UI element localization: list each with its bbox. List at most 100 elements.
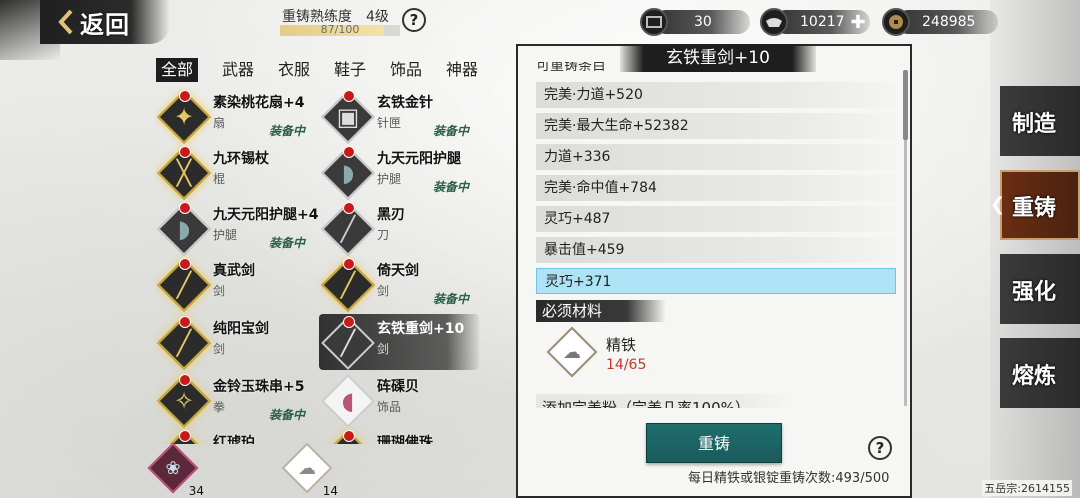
required-material-name: 精铁 xyxy=(606,336,637,354)
red-dot-icon xyxy=(179,258,191,270)
item-type: 棍 xyxy=(213,172,226,186)
reforge-button[interactable]: 重铸 xyxy=(646,423,782,463)
material-slot-iron[interactable]: ☁ 14 xyxy=(281,442,338,498)
list-item[interactable]: ╱ 纯阳宝剑 剑 xyxy=(155,314,315,370)
item-name: 玄铁重剑+10 xyxy=(377,321,465,337)
red-dot-icon xyxy=(179,374,191,386)
reforge-help-icon[interactable]: ? xyxy=(868,436,892,460)
chevron-left-icon: ❮ xyxy=(990,194,1006,215)
item-thumbnail: ◗ xyxy=(321,146,375,200)
chevron-left-icon xyxy=(58,9,74,35)
silver-ingot-icon xyxy=(760,8,788,36)
mastery-level: 4级 xyxy=(366,9,389,25)
required-material-count: 14/65 xyxy=(606,357,647,373)
item-type: 针匣 xyxy=(377,116,402,130)
item-name: 珊瑚佛珠 xyxy=(377,435,433,444)
tab-shoes[interactable]: 鞋子 xyxy=(322,58,378,82)
shell-icon: ◖ xyxy=(341,387,355,415)
tab-clothes[interactable]: 衣服 xyxy=(266,58,322,82)
tab-accessories[interactable]: 饰品 xyxy=(378,58,434,82)
red-dot-icon xyxy=(343,146,355,158)
tab-artifacts[interactable]: 神器 xyxy=(434,58,490,82)
item-thumbnail: ╱ xyxy=(321,258,375,312)
item-type: 剑 xyxy=(213,342,226,356)
equipped-label: 装备中 xyxy=(269,408,306,422)
item-grid: ✦ 素染桃花扇+4 扇 装备中 ▣ 玄铁金针 针匣 装备中 ╳ 九环锡杖 棍 ◗… xyxy=(155,88,485,444)
item-type: 刀 xyxy=(377,228,390,242)
item-thumbnail: ╱ xyxy=(157,316,211,370)
list-item[interactable]: 红琥珀 xyxy=(155,428,315,444)
nav-smelt[interactable]: 熔炼 xyxy=(1000,330,1080,414)
list-item[interactable]: ◖ 砗磲贝 饰品 xyxy=(319,372,479,428)
item-name: 砗磲贝 xyxy=(377,379,419,395)
list-item-selected[interactable]: ╱ 玄铁重剑+10 剑 xyxy=(319,314,479,370)
item-type: 护腿 xyxy=(377,172,402,186)
list-item[interactable]: ✦ 素染桃花扇+4 扇 装备中 xyxy=(155,88,315,144)
list-item[interactable]: ╱ 黑刃 刀 xyxy=(319,200,479,256)
item-name: 九天元阳护腿+4 xyxy=(213,207,319,223)
list-item[interactable]: ╱ 倚天剑 剑 装备中 xyxy=(319,256,479,312)
item-type: 剑 xyxy=(377,284,390,298)
equipped-label: 装备中 xyxy=(433,180,470,194)
list-item[interactable]: ◗ 九天元阳护腿 护腿 装备中 xyxy=(319,144,479,200)
list-item[interactable]: ✧ 金铃玉珠串+5 拳 装备中 xyxy=(155,372,315,428)
ticket-icon xyxy=(640,8,668,36)
attribute-row[interactable]: 暴击值+459 xyxy=(536,237,896,263)
mastery-help-icon[interactable]: ? xyxy=(402,8,426,32)
item-thumbnail: ╱ xyxy=(157,258,211,312)
item-thumbnail xyxy=(157,430,211,444)
attribute-row-selected[interactable]: 灵巧+371 xyxy=(536,268,896,294)
currency-ticket[interactable]: 30 xyxy=(640,8,750,36)
mastery-progress-text: 87/100 xyxy=(320,25,360,36)
nav-reforge[interactable]: ❮ 重铸 xyxy=(990,162,1080,246)
red-dot-icon xyxy=(179,430,191,442)
red-dot-icon xyxy=(343,258,355,270)
coin-count: 248985 xyxy=(922,14,976,30)
tab-weapons[interactable]: 武器 xyxy=(210,58,266,82)
item-thumbnail: ◗ xyxy=(157,202,211,256)
item-thumbnail: ✦ xyxy=(157,90,211,144)
red-dot-icon xyxy=(343,90,355,102)
attr-scroll-thumb[interactable] xyxy=(903,70,908,140)
attribute-row[interactable]: 力道+336 xyxy=(536,144,896,170)
material-count: 14 xyxy=(322,484,338,498)
list-item[interactable]: 珊瑚佛珠 xyxy=(319,428,479,444)
item-thumbnail: ╱ xyxy=(321,202,375,256)
back-label: 返回 xyxy=(80,10,130,39)
item-thumbnail: ◖ xyxy=(321,374,375,428)
list-item[interactable]: ╱ 真武剑 剑 xyxy=(155,256,315,312)
equipped-label: 装备中 xyxy=(433,124,470,138)
item-type: 拳 xyxy=(213,400,226,414)
item-name: 金铃玉珠串+5 xyxy=(213,379,305,395)
nav-label: 强化 xyxy=(1012,280,1057,305)
tab-all[interactable]: 全部 xyxy=(156,58,198,82)
equipped-label: 装备中 xyxy=(433,292,470,306)
list-item[interactable]: ◗ 九天元阳护腿+4 护腿 装备中 xyxy=(155,200,319,256)
powder-icon: ❀ xyxy=(165,457,181,479)
item-name: 纯阳宝剑 xyxy=(213,321,269,337)
item-name: 玄铁金针 xyxy=(377,95,433,111)
currency-coin[interactable]: 248985 xyxy=(882,8,998,36)
currency-silver[interactable]: 10217 ✚ xyxy=(760,8,870,36)
red-dot-icon xyxy=(343,430,355,442)
attribute-row[interactable]: 完美·力道+520 xyxy=(536,82,896,108)
back-button[interactable]: 返回 xyxy=(58,4,154,40)
nav-enhance[interactable]: 强化 xyxy=(1000,246,1080,330)
iron-ore-icon: ☁ xyxy=(563,341,581,363)
perfect-powder-title[interactable]: 添加完美粉（完美几率100%） xyxy=(536,394,796,408)
add-silver-icon[interactable]: ✚ xyxy=(851,12,866,33)
reforge-mastery: 重铸熟练度 4级 87/100 xyxy=(270,4,460,38)
item-thumbnail: ▣ xyxy=(321,90,375,144)
attribute-row[interactable]: 灵巧+487 xyxy=(536,206,896,232)
red-dot-icon xyxy=(343,202,355,214)
list-item[interactable]: ╳ 九环锡杖 棍 xyxy=(155,144,315,200)
nav-craft[interactable]: 制造 xyxy=(1000,78,1080,162)
equipped-label: 装备中 xyxy=(269,236,306,250)
required-material-slot[interactable]: ☁ xyxy=(546,326,598,378)
material-slot-pink[interactable]: ❀ 34 xyxy=(147,442,204,498)
required-materials-title: 必须材料 xyxy=(536,300,666,322)
daily-reforge-count: 每日精铁或银锭重铸次数:493/500 xyxy=(688,471,890,486)
list-item[interactable]: ▣ 玄铁金针 针匣 装备中 xyxy=(319,88,479,144)
attribute-row[interactable]: 完美·命中值+784 xyxy=(536,175,896,201)
attribute-row[interactable]: 完美·最大生命+52382 xyxy=(536,113,896,139)
